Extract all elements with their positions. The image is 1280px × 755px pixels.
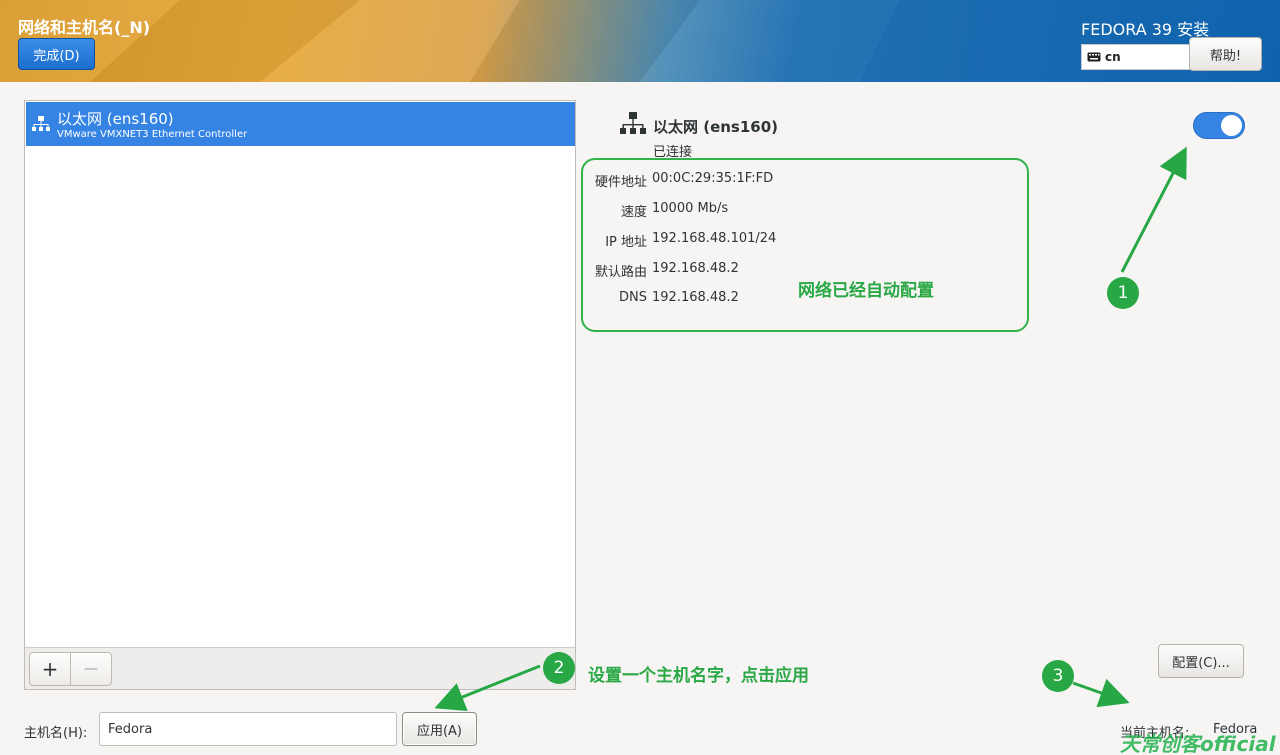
step-badge-2: 2 bbox=[543, 652, 575, 684]
step-badge-1: 1 bbox=[1107, 277, 1139, 309]
network-wired-icon bbox=[620, 112, 646, 134]
keyboard-layout-label: cn bbox=[1105, 50, 1121, 64]
device-name: 以太网 (ens160) bbox=[57, 110, 174, 128]
done-button[interactable]: 完成(D) bbox=[18, 38, 95, 70]
device-list-panel: 以太网 (ens160) VMware VMXNET3 Ethernet Con… bbox=[24, 100, 576, 690]
apply-hostname-button[interactable]: 应用(A) bbox=[402, 712, 477, 746]
plus-icon: + bbox=[41, 657, 59, 681]
device-list-item[interactable]: 以太网 (ens160) VMware VMXNET3 Ethernet Con… bbox=[26, 102, 575, 146]
page-title: 网络和主机名(_N) bbox=[18, 18, 151, 37]
annotation-auto-configured: 网络已经自动配置 bbox=[798, 281, 934, 301]
hostname-input[interactable] bbox=[99, 712, 397, 746]
help-button[interactable]: 帮助! bbox=[1189, 37, 1262, 71]
device-detail-title: 以太网 (ens160) bbox=[653, 118, 779, 136]
annotation-box bbox=[581, 158, 1029, 332]
network-wired-icon bbox=[32, 116, 50, 131]
arrow-to-current-hostname bbox=[1072, 678, 1130, 708]
configure-button[interactable]: 配置(C)... bbox=[1158, 644, 1244, 678]
keyboard-icon bbox=[1087, 52, 1101, 62]
minus-icon: — bbox=[84, 661, 98, 677]
arrow-to-toggle bbox=[1120, 146, 1187, 273]
add-device-button[interactable]: + bbox=[29, 652, 71, 686]
product-title: FEDORA 39 安装 bbox=[1081, 20, 1210, 39]
connection-toggle[interactable] bbox=[1193, 112, 1245, 139]
keyboard-layout-indicator[interactable]: cn bbox=[1081, 44, 1191, 70]
step-badge-3: 3 bbox=[1042, 660, 1074, 692]
device-description: VMware VMXNET3 Ethernet Controller bbox=[57, 129, 248, 140]
list-toolbar: + — bbox=[25, 647, 575, 689]
header-bar: 网络和主机名(_N) 完成(D) FEDORA 39 安装 cn 帮助! bbox=[0, 0, 1280, 82]
watermark: 天常创客official bbox=[1120, 732, 1276, 755]
toggle-knob bbox=[1221, 115, 1242, 136]
remove-device-button[interactable]: — bbox=[70, 652, 112, 686]
hostname-label: 主机名(H): bbox=[24, 726, 88, 741]
annotation-set-hostname: 设置一个主机名字，点击应用 bbox=[588, 666, 809, 686]
